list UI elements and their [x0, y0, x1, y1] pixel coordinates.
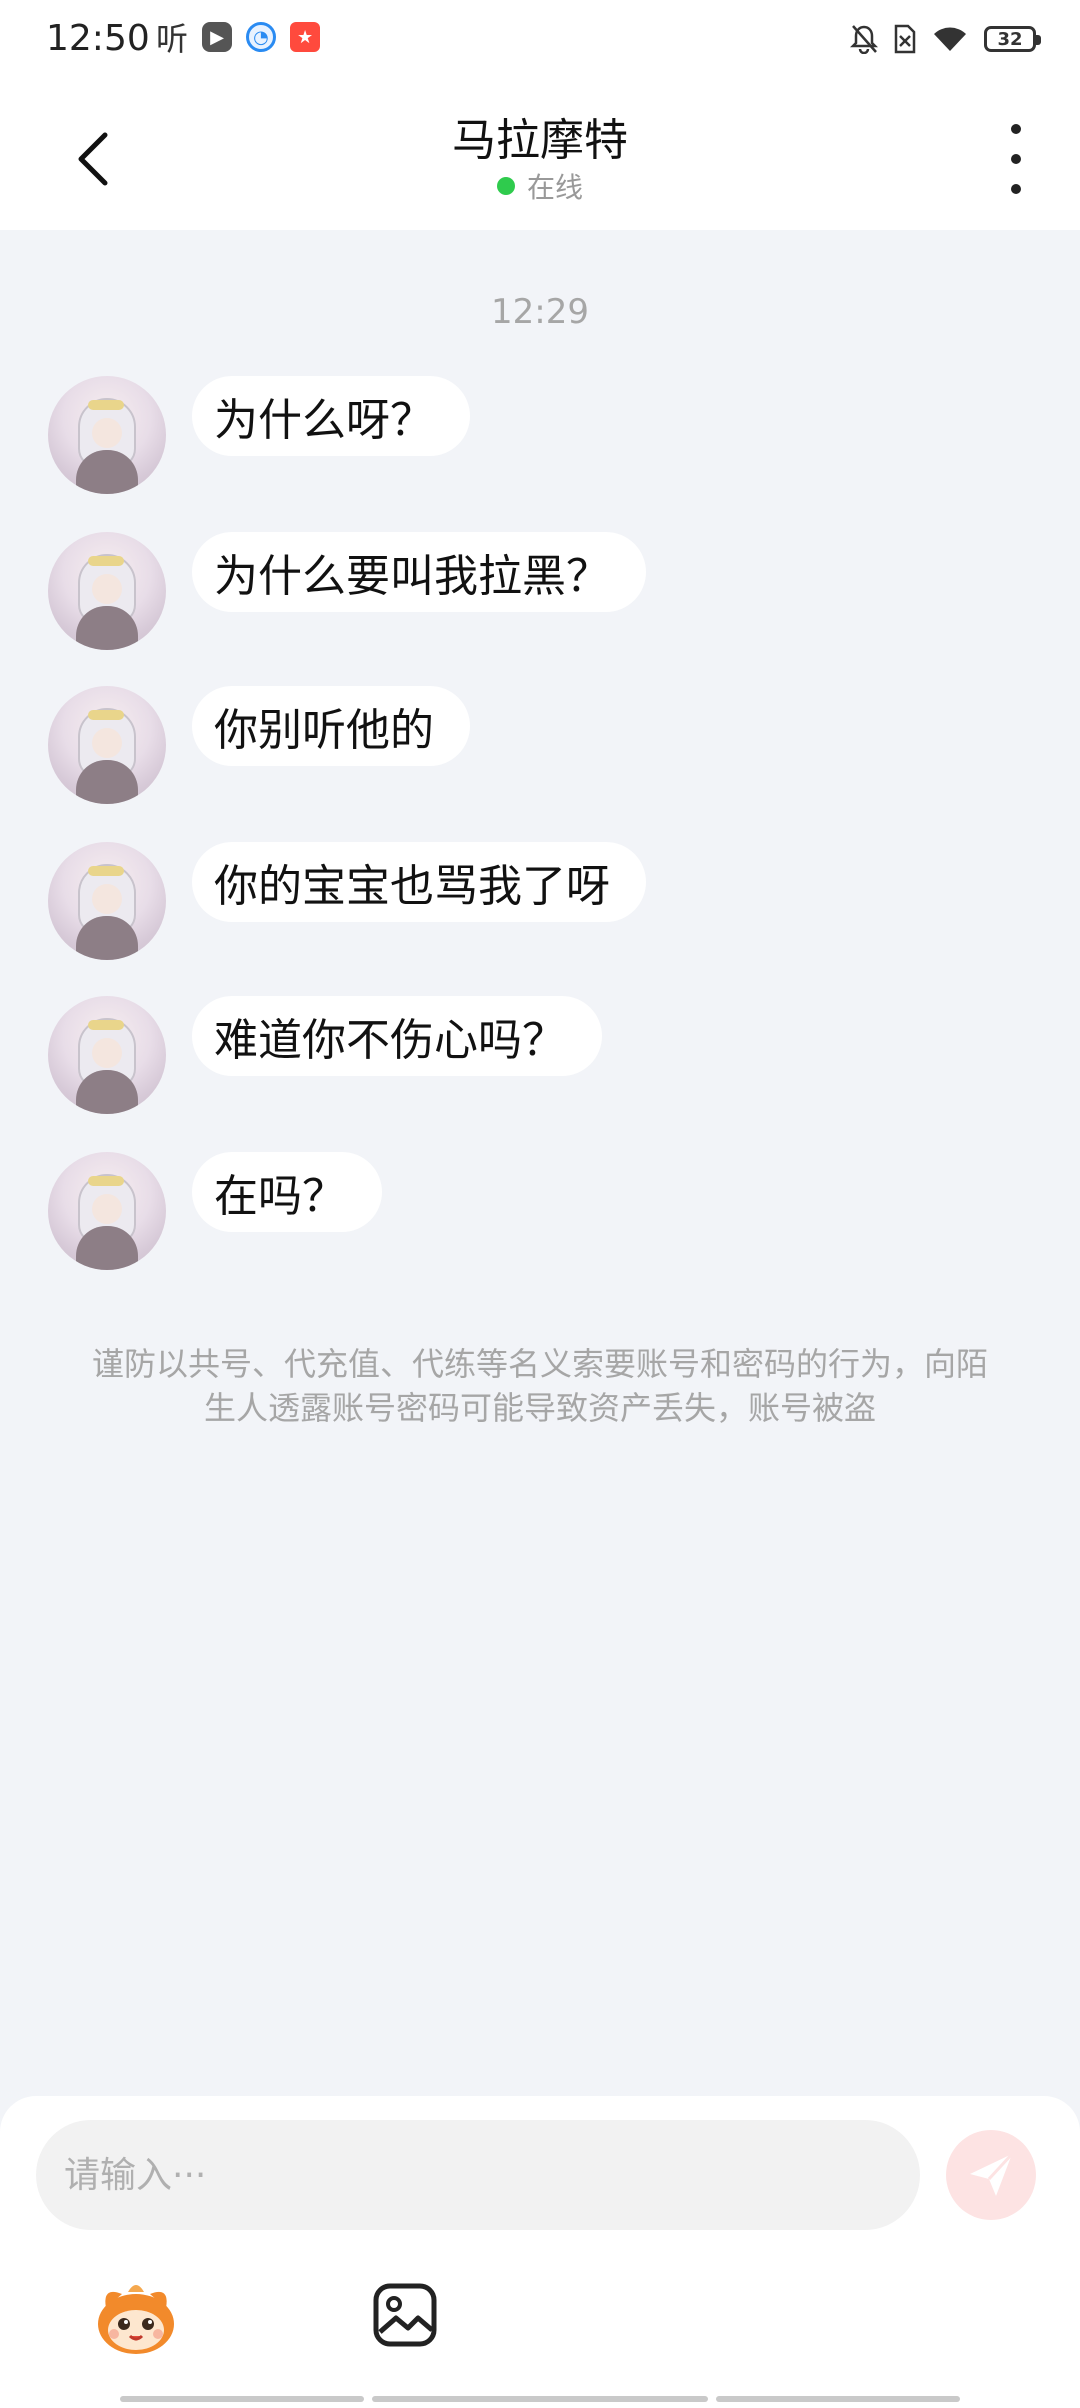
message-bubble[interactable]: 为什么呀？: [192, 376, 470, 456]
bell-off-icon: [850, 25, 878, 54]
message-composer: [0, 2096, 1080, 2408]
presence-status: 在线: [0, 166, 1080, 206]
avatar[interactable]: [48, 686, 166, 804]
avatar[interactable]: [48, 842, 166, 960]
message-row: 为什么呀？: [48, 376, 470, 494]
message-bubble[interactable]: 你别听他的: [192, 686, 470, 766]
send-icon: [970, 2152, 1014, 2196]
safety-notice: 谨防以共号、代充值、代练等名义索要账号和密码的行为，向陌生人透露账号密码可能导致…: [91, 1345, 988, 1427]
avatar[interactable]: [48, 532, 166, 650]
contact-name: 马拉摩特: [452, 115, 628, 166]
system-nav-bar: [120, 2396, 364, 2402]
shopping-app-icon: ★: [290, 22, 321, 52]
presence-label: 在线: [526, 171, 583, 204]
more-button[interactable]: [996, 124, 1036, 194]
message-row: 为什么要叫我拉黑？: [48, 532, 646, 650]
system-nav-bar: [372, 2396, 708, 2402]
avatar[interactable]: [48, 996, 166, 1114]
more-icon: [1011, 124, 1021, 134]
status-right-icons: 32: [850, 24, 1041, 54]
message-timestamp: 12:29: [491, 292, 589, 332]
more-icon-dot: [1011, 154, 1021, 164]
image-icon: [373, 2283, 437, 2347]
message-bubble[interactable]: 在吗？: [192, 1152, 382, 1232]
send-button[interactable]: [946, 2130, 1036, 2220]
image-button[interactable]: [372, 2282, 438, 2348]
battery-icon: 32: [984, 26, 1041, 52]
status-bar: 12:50 听 ▶ ◔ ★ 32: [0, 0, 1080, 84]
message-input[interactable]: [64, 2154, 920, 2196]
battery-level: 32: [997, 28, 1023, 50]
more-icon-dot: [1011, 184, 1021, 194]
status-left-icons: 听 ▶ ◔ ★: [156, 20, 321, 58]
status-time: 12:50: [46, 18, 150, 59]
browser-icon: ◔: [246, 22, 277, 52]
listen-icon: 听: [156, 20, 189, 58]
sim-off-icon: [894, 24, 916, 54]
video-player-icon: ▶: [202, 22, 233, 52]
message-row: 你别听他的: [48, 686, 470, 804]
message-bubble[interactable]: 你的宝宝也骂我了呀: [192, 842, 646, 922]
avatar[interactable]: [48, 1152, 166, 1270]
emoji-icon: [98, 2285, 174, 2354]
message-row: 在吗？: [48, 1152, 382, 1270]
system-nav-bar: [716, 2396, 960, 2402]
message-bubble[interactable]: 为什么要叫我拉黑？: [192, 532, 646, 612]
wifi-icon: [934, 27, 966, 51]
message-row: 难道你不伤心吗？: [48, 996, 602, 1114]
online-dot-icon: [496, 177, 515, 195]
emoji-button[interactable]: [92, 2278, 180, 2358]
avatar[interactable]: [48, 376, 166, 494]
message-bubble[interactable]: 难道你不伤心吗？: [192, 996, 602, 1076]
chat-header: 马拉摩特 在线: [0, 84, 1080, 230]
message-row: 你的宝宝也骂我了呀: [48, 842, 646, 960]
message-input-wrapper[interactable]: [36, 2120, 920, 2230]
